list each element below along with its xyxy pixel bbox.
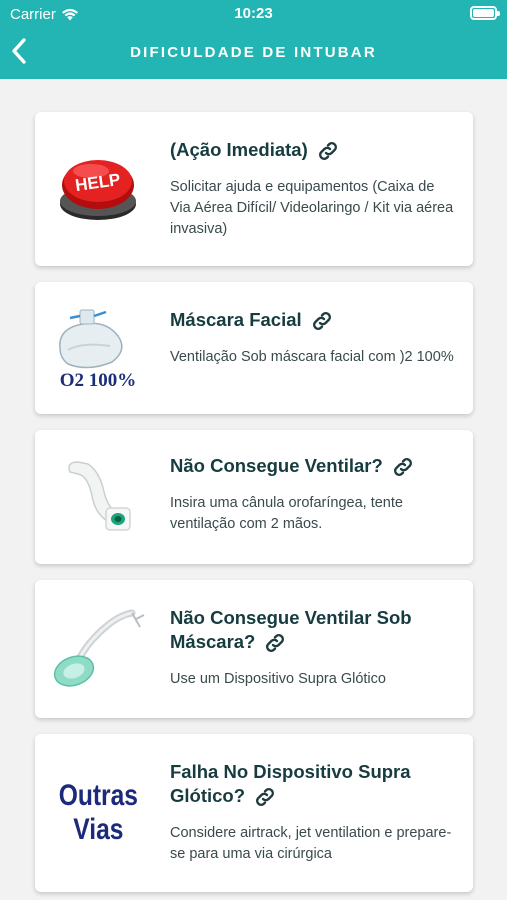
card-title: Não Consegue Ventilar? [170,454,455,479]
laryngeal-mask-image [43,601,153,697]
card-description: Ventilação Sob máscara facial com )2 100… [170,349,454,366]
step-card-cannot-ventilate-mask[interactable]: Não Consegue Ventilar Sob Máscara? Use u… [35,580,473,718]
link-icon[interactable] [253,785,277,809]
face-mask-image: O2 100% [43,300,153,396]
steps-list: HELP (Ação Imediata) Solicitar ajuda e e… [35,112,473,900]
svg-text:O2 100%: O2 100% [60,370,137,391]
help-button-image: HELP [43,141,153,237]
link-icon[interactable] [263,631,287,655]
link-icon[interactable] [310,309,334,333]
card-description: Solicitar ajuda e equipamentos (Caixa de… [170,179,454,238]
card-title: Não Consegue Ventilar Sob Máscara? [170,606,455,655]
step-card-face-mask[interactable]: O2 100% Máscara Facial Ventilação Sob má… [35,282,473,414]
card-title: Máscara Facial [170,308,455,333]
status-bar: Carrier 10:23 [0,0,507,28]
card-description: Insira uma cânula orofaríngea, tente ven… [170,495,403,533]
step-card-immediate-action[interactable]: HELP (Ação Imediata) Solicitar ajuda e e… [35,112,473,266]
other-routes-label-line1: Outras [58,779,138,812]
card-description: Considere airtrack, jet ventilation e pr… [170,825,452,863]
other-routes-label-line2: Vias [72,813,124,846]
other-routes-image: Outras Vias [43,765,153,861]
battery-icon [470,6,500,20]
link-icon[interactable] [391,455,415,479]
step-card-supraglottic-failure[interactable]: Outras Vias Falha No Dispositivo Supra G… [35,734,473,892]
card-title: Falha No Dispositivo Supra Glótico? [170,760,455,809]
link-icon[interactable] [316,139,340,163]
status-time: 10:23 [234,5,273,22]
page-title: DIFICULDADE DE INTUBAR [130,44,377,61]
step-card-cannot-ventilate[interactable]: Não Consegue Ventilar? Insira uma cânula… [35,430,473,564]
header-bar: Carrier 10:23 DIFICULDADE DE INTUBAR [0,0,507,79]
oropharyngeal-airway-image [43,449,153,545]
card-title: (Ação Imediata) [170,138,455,163]
card-description: Use um Dispositivo Supra Glótico [170,671,386,688]
